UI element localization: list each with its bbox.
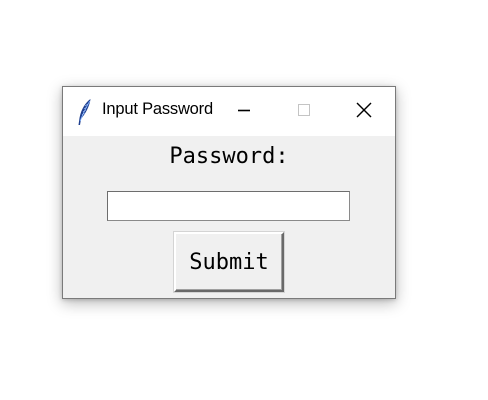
maximize-button[interactable] <box>274 87 334 136</box>
password-label: Password: <box>169 144 289 169</box>
submit-button[interactable]: Submit <box>174 232 284 292</box>
feather-icon <box>77 98 93 126</box>
minimize-icon <box>237 102 251 121</box>
minimize-button[interactable] <box>214 87 274 136</box>
close-icon <box>356 102 372 122</box>
password-input[interactable] <box>107 191 350 221</box>
maximize-icon <box>297 102 311 121</box>
window-title: Input Password <box>102 100 213 118</box>
title-bar[interactable]: Input Password <box>63 87 395 136</box>
close-button[interactable] <box>334 87 394 136</box>
password-dialog-window: Input Password Password: Submit <box>62 86 396 299</box>
dialog-body: Password: Submit <box>63 136 395 298</box>
